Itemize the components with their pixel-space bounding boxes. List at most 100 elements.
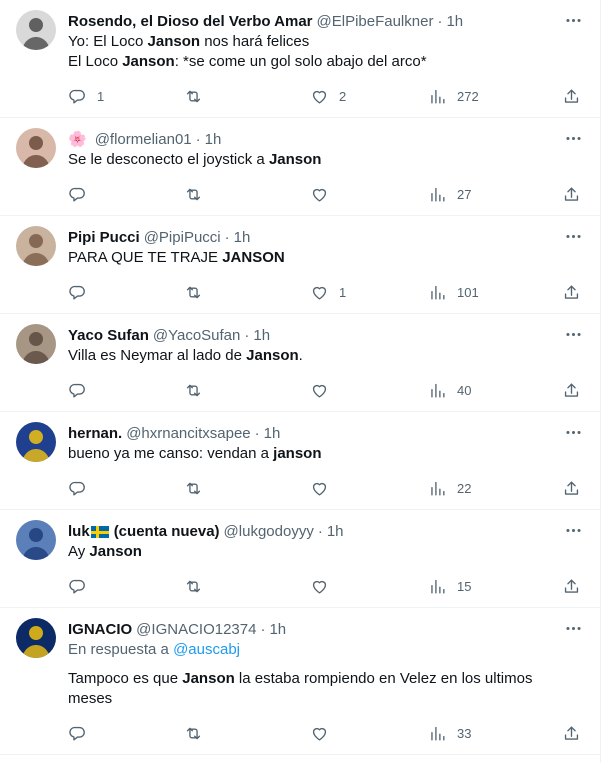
tweet[interactable]: hernan. @hxrnancitxsapee · 1h bueno ya me ca… [0, 412, 600, 510]
author-name-suffix[interactable]: (cuenta nueva) [114, 522, 220, 542]
timeline-feed: Rosendo, el Dioso del Verbo Amar @ElPibeF… [0, 0, 601, 763]
author-handle[interactable]: @lukgodoyyy [224, 522, 314, 542]
share-button[interactable] [562, 185, 582, 204]
timestamp[interactable]: 1h [269, 620, 286, 640]
views-button[interactable]: 101 [428, 283, 546, 302]
author-handle[interactable]: @IGNACIO12374 [136, 620, 256, 640]
like-button[interactable] [310, 381, 412, 400]
author-handle[interactable]: @flormelian01 [95, 130, 192, 150]
more-icon[interactable] [562, 618, 584, 638]
author-handle[interactable]: @hxrnancitxsapee [126, 424, 250, 444]
reply-icon [68, 724, 87, 743]
avatar[interactable] [16, 226, 56, 266]
share-button[interactable] [562, 381, 582, 400]
like-button[interactable] [310, 479, 412, 498]
reply-button[interactable] [68, 577, 168, 596]
author-name[interactable]: Rosendo, el Dioso del Verbo Amar [68, 12, 313, 32]
avatar[interactable] [16, 520, 56, 560]
views-icon [428, 87, 447, 106]
timestamp[interactable]: 1h [253, 326, 270, 346]
retweet-button[interactable] [184, 724, 294, 743]
like-button[interactable]: 2 [310, 87, 412, 106]
share-button[interactable] [562, 87, 582, 106]
text-segment: Se le desconecto el joystick a [68, 151, 269, 168]
tweet[interactable]: luk (cuenta nueva) @lukgodoyyy · 1h Ay Janson… [0, 510, 600, 608]
tweet-text-line: meses [68, 689, 584, 709]
timestamp[interactable]: 1h [264, 424, 281, 444]
avatar-column [16, 618, 56, 754]
tweet[interactable]: 🌸 @flormelian01 · 1h Se le desconecto el joy… [0, 118, 600, 216]
retweet-button[interactable] [184, 185, 294, 204]
avatar[interactable] [16, 324, 56, 364]
views-button[interactable]: 15 [428, 577, 546, 596]
retweet-button[interactable] [184, 577, 294, 596]
timestamp[interactable]: 1h [205, 130, 222, 150]
like-button[interactable] [310, 185, 412, 204]
tweet[interactable]: Pipi Pucci @PipiPucci · 1h PARA QUE TE TRAJE… [0, 216, 600, 314]
author-name[interactable]: IGNACIO [68, 620, 132, 640]
tweet-text: PARA QUE TE TRAJE JANSON [68, 248, 584, 268]
reply-button[interactable] [68, 185, 168, 204]
share-button[interactable] [562, 479, 582, 498]
timestamp[interactable]: 1h [446, 12, 463, 32]
tweet[interactable]: IGNACIO @IGNACIO12374 · 1h En respuesta a @a… [0, 608, 600, 755]
reply-button[interactable] [68, 283, 168, 302]
reply-button[interactable] [68, 479, 168, 498]
tweet-actions: 1 101 [68, 282, 584, 302]
retweet-button[interactable] [184, 283, 294, 302]
author-handle[interactable]: @PipiPucci [144, 228, 221, 248]
reply-button[interactable] [68, 724, 168, 743]
views-button[interactable]: 272 [428, 87, 546, 106]
author-name[interactable]: Pipi Pucci [68, 228, 140, 248]
views-button[interactable]: 27 [428, 185, 546, 204]
avatar[interactable] [16, 422, 56, 462]
like-icon [310, 185, 329, 204]
tweet-text-line: bueno ya me canso: vendan a janson [68, 444, 584, 464]
tweet-body: hernan. @hxrnancitxsapee · 1h bueno ya me ca… [68, 422, 584, 509]
share-button[interactable] [562, 283, 582, 302]
like-button[interactable]: 1 [310, 283, 412, 302]
share-button[interactable] [562, 577, 582, 596]
separator-dot: · [254, 425, 260, 442]
views-button[interactable]: 40 [428, 381, 546, 400]
more-icon[interactable] [562, 226, 584, 246]
author-name[interactable]: Yaco Sufan [68, 326, 149, 346]
avatar[interactable] [16, 10, 56, 50]
reply-icon [68, 479, 87, 498]
text-segment: Tampoco es que [68, 670, 183, 687]
reply-mention-link[interactable]: @auscabj [173, 641, 240, 658]
more-icon[interactable] [562, 324, 584, 344]
author-handle[interactable]: @ElPibeFaulkner [317, 12, 434, 32]
timestamp[interactable]: 1h [234, 228, 251, 248]
more-icon[interactable] [562, 10, 584, 30]
views-button[interactable]: 22 [428, 479, 546, 498]
more-icon[interactable] [562, 520, 584, 540]
views-button[interactable]: 33 [428, 724, 546, 743]
reply-button[interactable] [68, 381, 168, 400]
more-icon[interactable] [562, 128, 584, 148]
name-emoji: 🌸 [68, 131, 87, 148]
more-icon[interactable] [562, 422, 584, 442]
views-icon [428, 381, 447, 400]
avatar[interactable] [16, 618, 56, 658]
retweet-button[interactable] [184, 479, 294, 498]
tweet[interactable]: Rosendo, el Dioso del Verbo Amar @ElPibeF… [0, 0, 600, 118]
tweet-text: Villa es Neymar al lado de Janson. [68, 346, 584, 366]
separator-dot: · [224, 229, 230, 246]
reply-button[interactable]: 1 [68, 87, 168, 106]
timestamp[interactable]: 1h [327, 522, 344, 542]
like-button[interactable] [310, 577, 412, 596]
author-name[interactable]: luk [68, 522, 90, 542]
retweet-button[interactable] [184, 87, 294, 106]
author-name[interactable]: hernan. [68, 424, 122, 444]
retweet-button[interactable] [184, 381, 294, 400]
tweet[interactable]: Yaco Sufan @YacoSufan · 1h Villa es Neymar a… [0, 314, 600, 412]
retweet-icon [184, 724, 203, 743]
avatar[interactable] [16, 128, 56, 168]
author-handle[interactable]: @YacoSufan [153, 326, 241, 346]
views-count: 33 [457, 725, 472, 741]
highlighted-term: Janson [246, 347, 299, 364]
text-segment: Yo: El Loco [68, 33, 148, 50]
share-button[interactable] [562, 724, 582, 743]
like-button[interactable] [310, 724, 412, 743]
